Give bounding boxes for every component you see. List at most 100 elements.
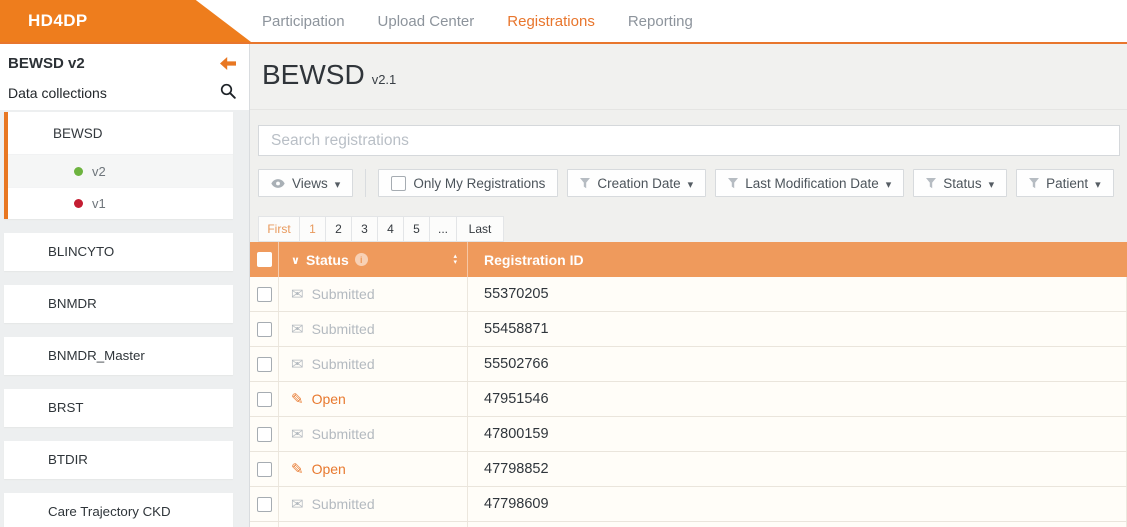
status-dot-red-icon (74, 199, 83, 208)
tab-reporting[interactable]: Reporting (628, 13, 693, 30)
pagination-page-3[interactable]: 3 (352, 217, 378, 241)
only-my-registrations-toggle[interactable]: Only My Registrations (378, 169, 559, 197)
row-status-label: Submitted (311, 496, 375, 512)
row-registration-id: 47800159 (467, 417, 1127, 451)
chevron-down-icon (291, 251, 300, 269)
info-icon[interactable] (354, 253, 368, 266)
table-row[interactable]: Submitted 47800159 (250, 417, 1127, 452)
collection-version-v2[interactable]: v2 (8, 155, 233, 187)
tab-upload-center[interactable]: Upload Center (378, 13, 475, 30)
collection-item-bnmdr[interactable]: BNMDR (4, 285, 233, 323)
filter-toolbar: Views Only My Registrations Creation Dat… (258, 169, 1114, 197)
row-checkbox-cell (250, 347, 278, 381)
row-registration-id: 47951546 (467, 382, 1127, 416)
last-modification-date-filter-button[interactable]: Last Modification Date (715, 169, 905, 197)
row-checkbox-cell (250, 382, 278, 416)
sort-icon[interactable] (453, 254, 457, 265)
row-checkbox[interactable] (257, 391, 272, 407)
row-registration-id: 55502766 (467, 347, 1127, 381)
collection-item-care-trajectory-ckd[interactable]: Care Trajectory CKD (4, 493, 233, 527)
page-title: BEWSD v2.1 (262, 59, 396, 91)
table-row[interactable]: Submitted 55502766 (250, 347, 1127, 382)
pagination-first[interactable]: First (259, 217, 300, 241)
row-status-cell[interactable]: Submitted (278, 312, 467, 346)
collection-version-v1[interactable]: v1 (8, 187, 233, 219)
patient-filter-button[interactable]: Patient (1016, 169, 1114, 197)
row-registration-id: 47798609 (467, 487, 1127, 521)
row-status-cell[interactable]: Open (278, 452, 467, 486)
table-row[interactable]: Open 47951546 (250, 382, 1127, 417)
tab-registrations[interactable]: Registrations (507, 13, 595, 30)
main-nav: Participation Upload Center Registration… (262, 0, 693, 42)
sidebar-search-button[interactable] (220, 83, 236, 104)
column-header-status[interactable]: Status (278, 242, 467, 277)
caret-down-icon (335, 176, 341, 191)
app-logo[interactable]: HD4DP (0, 0, 251, 42)
table-row[interactable]: Submitted 47798609 (250, 487, 1127, 522)
envelope-icon (291, 355, 304, 373)
table-row-partial (250, 522, 1127, 527)
row-checkbox[interactable] (257, 321, 272, 337)
row-registration-id: 55370205 (467, 277, 1127, 311)
pagination-page-1[interactable]: 1 (300, 217, 326, 241)
filter-funnel-icon (926, 177, 937, 188)
row-checkbox-cell (250, 312, 278, 346)
row-status-cell[interactable]: Submitted (278, 277, 467, 311)
tab-participation[interactable]: Participation (262, 13, 345, 30)
collection-item-bewsd[interactable]: BEWSD (8, 112, 233, 155)
select-all-checkbox[interactable] (257, 252, 272, 267)
pagination-last[interactable]: Last (457, 217, 503, 241)
version-label: v2 (92, 163, 106, 179)
data-collections-list: BEWSD v2 v1 BLINCYTO BNMDR BNMDR_Master … (0, 110, 249, 527)
collection-item-blincyto[interactable]: BLINCYTO (4, 233, 233, 271)
sidebar-collapse-button[interactable] (220, 57, 236, 75)
row-status-cell[interactable]: Submitted (278, 487, 467, 521)
collection-group-bewsd: BEWSD v2 v1 (4, 112, 233, 219)
envelope-icon (291, 425, 304, 443)
row-registration-id: 47798852 (467, 452, 1127, 486)
search-registrations-input[interactable] (258, 125, 1120, 156)
status-filter-button[interactable]: Status (913, 169, 1008, 197)
pagination-page-5[interactable]: 5 (404, 217, 430, 241)
version-label: v1 (92, 196, 106, 211)
collection-item-brst[interactable]: BRST (4, 389, 233, 427)
row-checkbox[interactable] (257, 496, 272, 512)
row-status-label: Open (311, 391, 346, 407)
envelope-icon (291, 495, 304, 513)
pagination-page-4[interactable]: 4 (378, 217, 404, 241)
row-checkbox[interactable] (257, 426, 272, 442)
sidebar-collection-title: BEWSD v2 (8, 55, 85, 72)
only-my-registrations-checkbox[interactable] (391, 175, 407, 191)
row-checkbox-cell (250, 417, 278, 451)
row-checkbox[interactable] (257, 356, 272, 372)
filter-funnel-icon (728, 177, 739, 188)
collection-item-bnmdr-master[interactable]: BNMDR_Master (4, 337, 233, 375)
page-version: v2.1 (371, 72, 397, 87)
registrations-table: Status Registration ID Submitted 5537020… (250, 242, 1127, 527)
caret-down-icon (989, 176, 995, 191)
creation-date-filter-button[interactable]: Creation Date (567, 169, 707, 197)
status-filter-label: Status (943, 175, 982, 191)
row-status-cell[interactable]: Open (278, 382, 467, 416)
table-row[interactable]: Submitted 55458871 (250, 312, 1127, 347)
app-logo-text: HD4DP (28, 11, 88, 30)
row-checkbox-cell (250, 522, 278, 527)
column-header-registration-id[interactable]: Registration ID (467, 242, 1127, 277)
row-checkbox-cell (250, 452, 278, 486)
table-row[interactable]: Submitted 55370205 (250, 277, 1127, 312)
table-row[interactable]: Open 47798852 (250, 452, 1127, 487)
filter-funnel-icon (580, 177, 591, 188)
creation-date-label: Creation Date (597, 175, 681, 191)
row-status-cell[interactable]: Submitted (278, 347, 467, 381)
pagination: First 1 2 3 4 5 ... Last (258, 216, 504, 242)
row-checkbox[interactable] (257, 286, 272, 302)
status-column-label: Status (305, 251, 349, 268)
main-content: BEWSD v2.1 Views Only My Registrations Cr… (250, 44, 1127, 527)
sidebar: BEWSD v2 Data collections BEWSD v2 v1 BL… (0, 44, 250, 527)
pagination-page-2[interactable]: 2 (326, 217, 352, 241)
row-status-cell[interactable]: Submitted (278, 417, 467, 451)
row-checkbox[interactable] (257, 461, 272, 477)
row-status-label: Open (311, 461, 346, 477)
views-dropdown-button[interactable]: Views (258, 169, 354, 197)
collection-item-btdir[interactable]: BTDIR (4, 441, 233, 479)
